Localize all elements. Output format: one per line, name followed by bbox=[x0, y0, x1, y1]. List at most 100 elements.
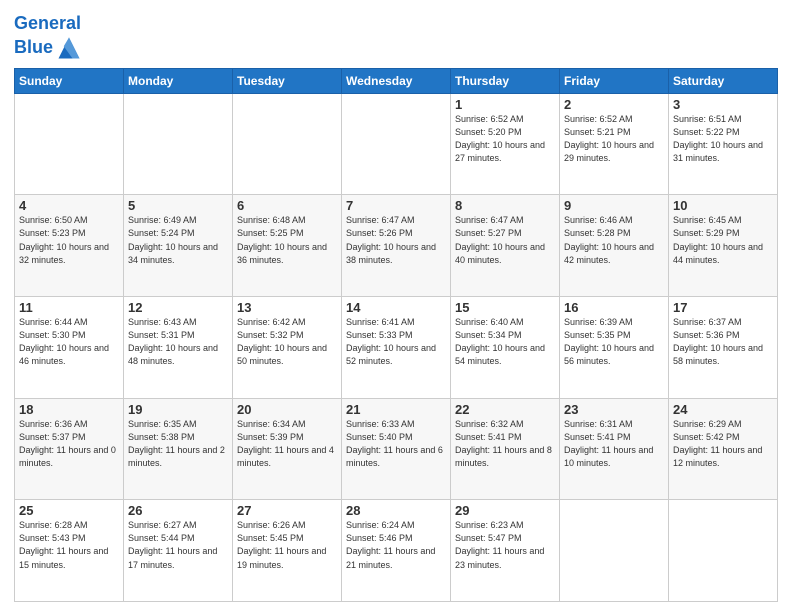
day-info: Sunrise: 6:24 AM Sunset: 5:46 PM Dayligh… bbox=[346, 519, 446, 571]
day-number: 15 bbox=[455, 300, 555, 315]
day-number: 18 bbox=[19, 402, 119, 417]
day-info: Sunrise: 6:47 AM Sunset: 5:27 PM Dayligh… bbox=[455, 214, 555, 266]
weekday-header-sunday: Sunday bbox=[15, 68, 124, 93]
day-number: 26 bbox=[128, 503, 228, 518]
calendar-cell: 29Sunrise: 6:23 AM Sunset: 5:47 PM Dayli… bbox=[451, 500, 560, 602]
header: General Blue bbox=[14, 12, 778, 62]
day-info: Sunrise: 6:34 AM Sunset: 5:39 PM Dayligh… bbox=[237, 418, 337, 470]
day-info: Sunrise: 6:28 AM Sunset: 5:43 PM Dayligh… bbox=[19, 519, 119, 571]
calendar-cell: 9Sunrise: 6:46 AM Sunset: 5:28 PM Daylig… bbox=[560, 195, 669, 297]
calendar-cell: 14Sunrise: 6:41 AM Sunset: 5:33 PM Dayli… bbox=[342, 297, 451, 399]
day-number: 8 bbox=[455, 198, 555, 213]
calendar-cell: 20Sunrise: 6:34 AM Sunset: 5:39 PM Dayli… bbox=[233, 398, 342, 500]
calendar-cell: 10Sunrise: 6:45 AM Sunset: 5:29 PM Dayli… bbox=[669, 195, 778, 297]
day-number: 13 bbox=[237, 300, 337, 315]
weekday-header-thursday: Thursday bbox=[451, 68, 560, 93]
calendar-cell bbox=[233, 93, 342, 195]
day-number: 6 bbox=[237, 198, 337, 213]
day-info: Sunrise: 6:50 AM Sunset: 5:23 PM Dayligh… bbox=[19, 214, 119, 266]
calendar-cell: 15Sunrise: 6:40 AM Sunset: 5:34 PM Dayli… bbox=[451, 297, 560, 399]
day-info: Sunrise: 6:32 AM Sunset: 5:41 PM Dayligh… bbox=[455, 418, 555, 470]
calendar-row-3: 18Sunrise: 6:36 AM Sunset: 5:37 PM Dayli… bbox=[15, 398, 778, 500]
calendar-cell: 18Sunrise: 6:36 AM Sunset: 5:37 PM Dayli… bbox=[15, 398, 124, 500]
calendar-cell: 7Sunrise: 6:47 AM Sunset: 5:26 PM Daylig… bbox=[342, 195, 451, 297]
day-info: Sunrise: 6:39 AM Sunset: 5:35 PM Dayligh… bbox=[564, 316, 664, 368]
day-number: 2 bbox=[564, 97, 664, 112]
calendar-cell: 25Sunrise: 6:28 AM Sunset: 5:43 PM Dayli… bbox=[15, 500, 124, 602]
day-info: Sunrise: 6:52 AM Sunset: 5:21 PM Dayligh… bbox=[564, 113, 664, 165]
day-info: Sunrise: 6:51 AM Sunset: 5:22 PM Dayligh… bbox=[673, 113, 773, 165]
calendar-cell: 17Sunrise: 6:37 AM Sunset: 5:36 PM Dayli… bbox=[669, 297, 778, 399]
day-number: 21 bbox=[346, 402, 446, 417]
calendar-cell: 23Sunrise: 6:31 AM Sunset: 5:41 PM Dayli… bbox=[560, 398, 669, 500]
day-info: Sunrise: 6:42 AM Sunset: 5:32 PM Dayligh… bbox=[237, 316, 337, 368]
day-info: Sunrise: 6:37 AM Sunset: 5:36 PM Dayligh… bbox=[673, 316, 773, 368]
calendar-cell: 22Sunrise: 6:32 AM Sunset: 5:41 PM Dayli… bbox=[451, 398, 560, 500]
day-number: 5 bbox=[128, 198, 228, 213]
day-info: Sunrise: 6:33 AM Sunset: 5:40 PM Dayligh… bbox=[346, 418, 446, 470]
calendar-page: General Blue SundayMondayTuesdayWednesda… bbox=[0, 0, 792, 612]
weekday-header-row: SundayMondayTuesdayWednesdayThursdayFrid… bbox=[15, 68, 778, 93]
logo-text: General bbox=[14, 14, 83, 34]
day-number: 11 bbox=[19, 300, 119, 315]
day-number: 22 bbox=[455, 402, 555, 417]
day-info: Sunrise: 6:29 AM Sunset: 5:42 PM Dayligh… bbox=[673, 418, 773, 470]
calendar-cell: 1Sunrise: 6:52 AM Sunset: 5:20 PM Daylig… bbox=[451, 93, 560, 195]
day-number: 24 bbox=[673, 402, 773, 417]
calendar-cell bbox=[560, 500, 669, 602]
day-info: Sunrise: 6:26 AM Sunset: 5:45 PM Dayligh… bbox=[237, 519, 337, 571]
weekday-header-friday: Friday bbox=[560, 68, 669, 93]
calendar-row-2: 11Sunrise: 6:44 AM Sunset: 5:30 PM Dayli… bbox=[15, 297, 778, 399]
day-info: Sunrise: 6:46 AM Sunset: 5:28 PM Dayligh… bbox=[564, 214, 664, 266]
calendar-cell: 4Sunrise: 6:50 AM Sunset: 5:23 PM Daylig… bbox=[15, 195, 124, 297]
day-info: Sunrise: 6:27 AM Sunset: 5:44 PM Dayligh… bbox=[128, 519, 228, 571]
logo-blue: Blue bbox=[14, 38, 53, 58]
day-info: Sunrise: 6:45 AM Sunset: 5:29 PM Dayligh… bbox=[673, 214, 773, 266]
day-info: Sunrise: 6:47 AM Sunset: 5:26 PM Dayligh… bbox=[346, 214, 446, 266]
calendar-cell: 27Sunrise: 6:26 AM Sunset: 5:45 PM Dayli… bbox=[233, 500, 342, 602]
day-info: Sunrise: 6:23 AM Sunset: 5:47 PM Dayligh… bbox=[455, 519, 555, 571]
calendar-cell: 8Sunrise: 6:47 AM Sunset: 5:27 PM Daylig… bbox=[451, 195, 560, 297]
calendar-cell: 28Sunrise: 6:24 AM Sunset: 5:46 PM Dayli… bbox=[342, 500, 451, 602]
day-number: 25 bbox=[19, 503, 119, 518]
calendar-cell bbox=[15, 93, 124, 195]
calendar-table: SundayMondayTuesdayWednesdayThursdayFrid… bbox=[14, 68, 778, 602]
calendar-cell: 21Sunrise: 6:33 AM Sunset: 5:40 PM Dayli… bbox=[342, 398, 451, 500]
day-number: 1 bbox=[455, 97, 555, 112]
day-info: Sunrise: 6:48 AM Sunset: 5:25 PM Dayligh… bbox=[237, 214, 337, 266]
day-number: 29 bbox=[455, 503, 555, 518]
calendar-cell: 6Sunrise: 6:48 AM Sunset: 5:25 PM Daylig… bbox=[233, 195, 342, 297]
day-number: 20 bbox=[237, 402, 337, 417]
calendar-cell: 2Sunrise: 6:52 AM Sunset: 5:21 PM Daylig… bbox=[560, 93, 669, 195]
calendar-cell: 11Sunrise: 6:44 AM Sunset: 5:30 PM Dayli… bbox=[15, 297, 124, 399]
calendar-cell: 13Sunrise: 6:42 AM Sunset: 5:32 PM Dayli… bbox=[233, 297, 342, 399]
weekday-header-monday: Monday bbox=[124, 68, 233, 93]
day-number: 3 bbox=[673, 97, 773, 112]
day-info: Sunrise: 6:40 AM Sunset: 5:34 PM Dayligh… bbox=[455, 316, 555, 368]
weekday-header-wednesday: Wednesday bbox=[342, 68, 451, 93]
day-info: Sunrise: 6:35 AM Sunset: 5:38 PM Dayligh… bbox=[128, 418, 228, 470]
day-number: 10 bbox=[673, 198, 773, 213]
weekday-header-saturday: Saturday bbox=[669, 68, 778, 93]
day-info: Sunrise: 6:44 AM Sunset: 5:30 PM Dayligh… bbox=[19, 316, 119, 368]
day-number: 7 bbox=[346, 198, 446, 213]
day-info: Sunrise: 6:49 AM Sunset: 5:24 PM Dayligh… bbox=[128, 214, 228, 266]
calendar-cell bbox=[124, 93, 233, 195]
calendar-cell: 12Sunrise: 6:43 AM Sunset: 5:31 PM Dayli… bbox=[124, 297, 233, 399]
logo: General Blue bbox=[14, 14, 83, 62]
calendar-cell: 3Sunrise: 6:51 AM Sunset: 5:22 PM Daylig… bbox=[669, 93, 778, 195]
day-number: 4 bbox=[19, 198, 119, 213]
day-info: Sunrise: 6:43 AM Sunset: 5:31 PM Dayligh… bbox=[128, 316, 228, 368]
day-number: 12 bbox=[128, 300, 228, 315]
calendar-row-0: 1Sunrise: 6:52 AM Sunset: 5:20 PM Daylig… bbox=[15, 93, 778, 195]
calendar-row-1: 4Sunrise: 6:50 AM Sunset: 5:23 PM Daylig… bbox=[15, 195, 778, 297]
day-info: Sunrise: 6:52 AM Sunset: 5:20 PM Dayligh… bbox=[455, 113, 555, 165]
day-number: 23 bbox=[564, 402, 664, 417]
day-info: Sunrise: 6:31 AM Sunset: 5:41 PM Dayligh… bbox=[564, 418, 664, 470]
calendar-cell bbox=[669, 500, 778, 602]
day-number: 14 bbox=[346, 300, 446, 315]
weekday-header-tuesday: Tuesday bbox=[233, 68, 342, 93]
calendar-cell bbox=[342, 93, 451, 195]
day-number: 9 bbox=[564, 198, 664, 213]
logo-icon bbox=[55, 34, 83, 62]
